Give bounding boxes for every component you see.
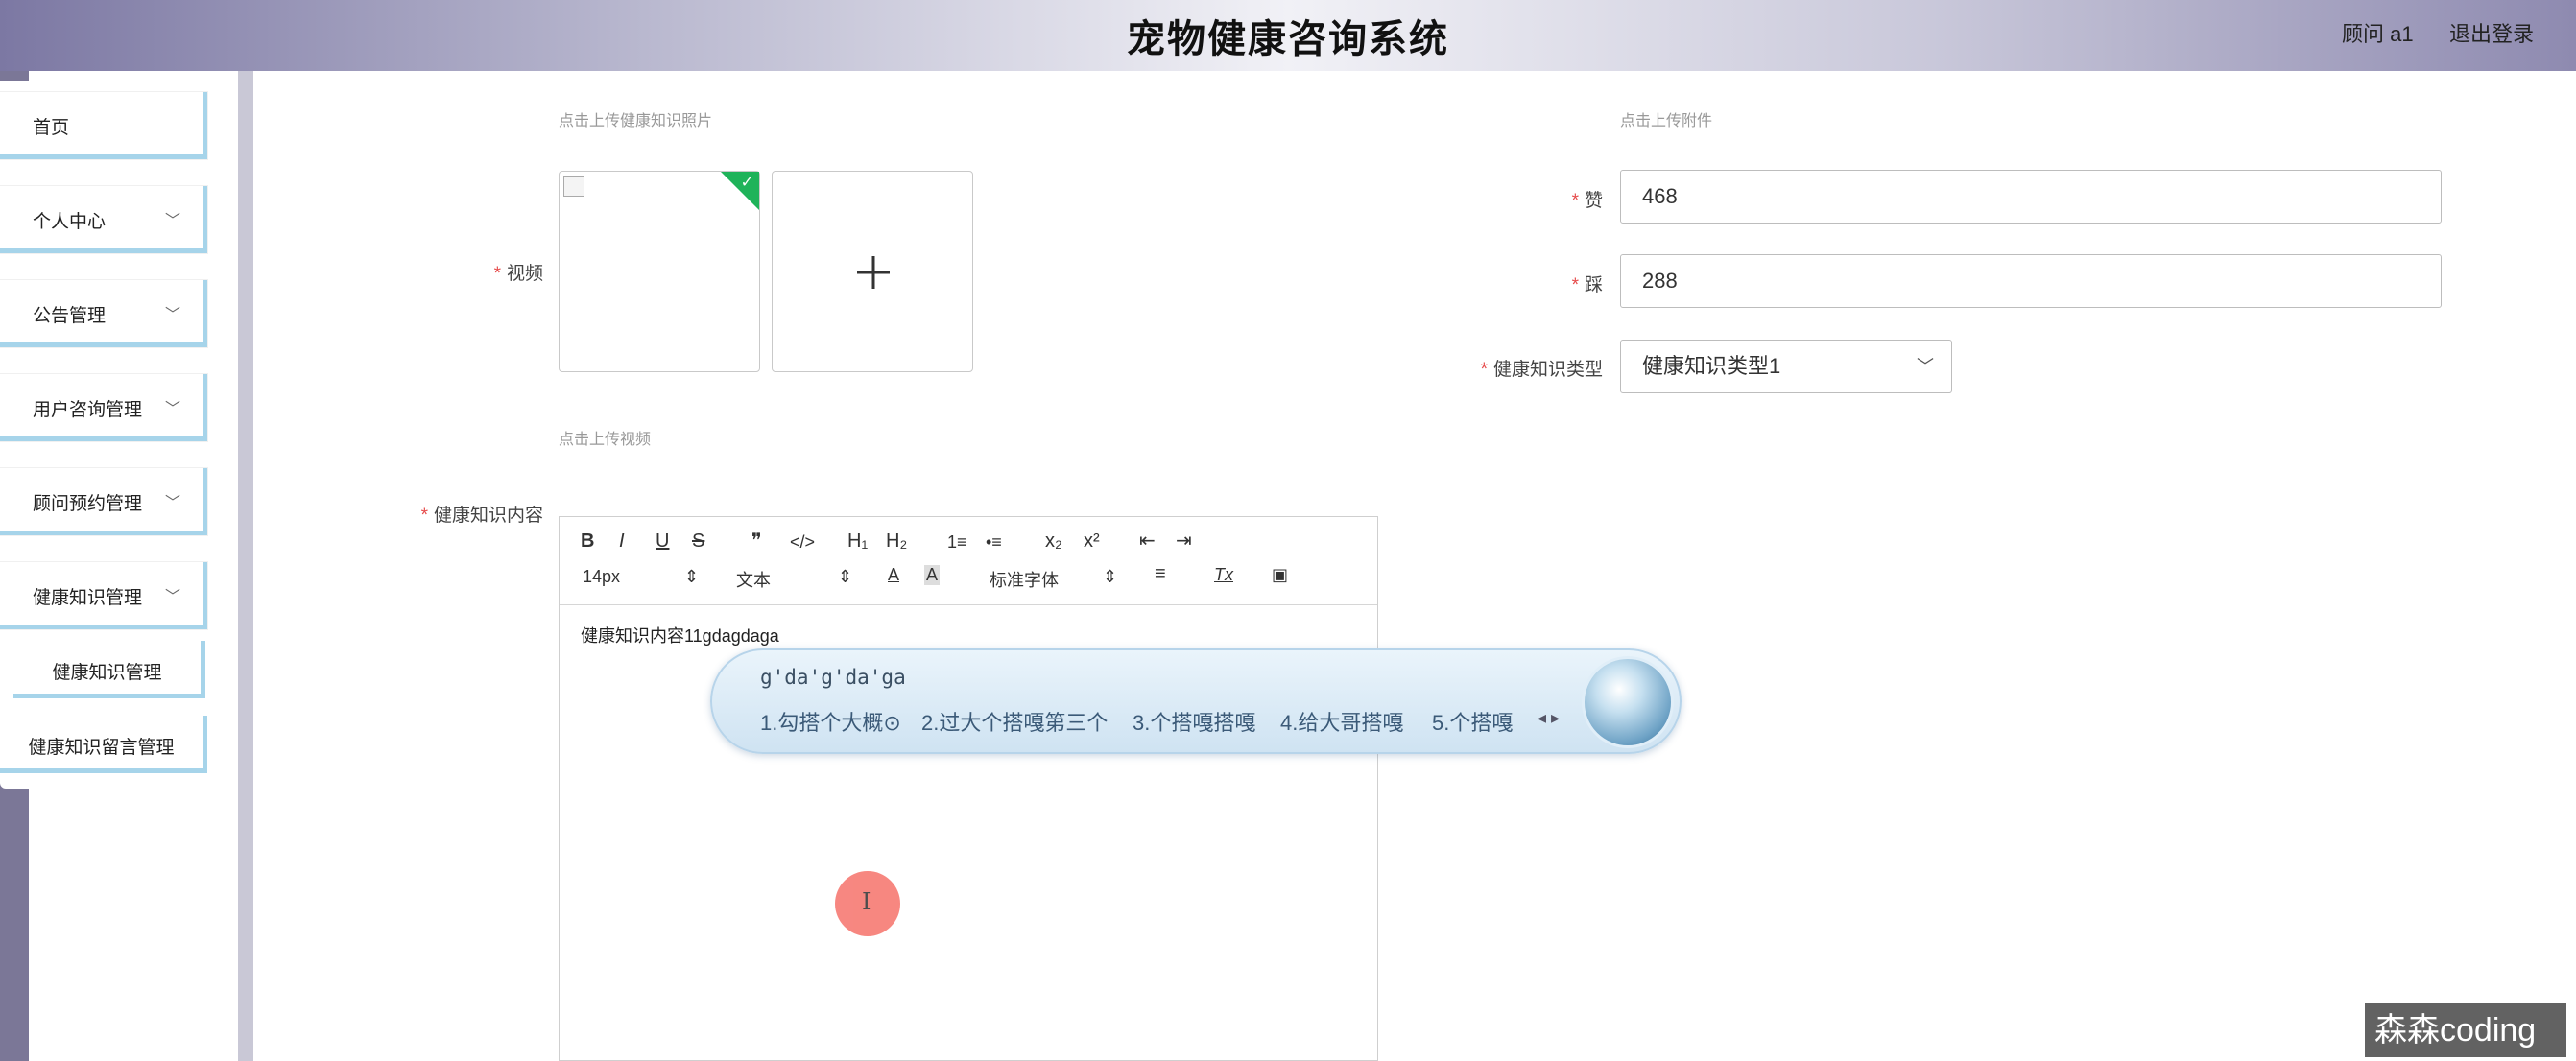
top-header: 宠物健康咨询系统 顾问 a1 退出登录 [0, 0, 2576, 71]
chevron-down-icon: ﹀ [165, 307, 181, 323]
type-label: * 健康知识类型 [1480, 360, 1603, 380]
video-label: * 视频 [493, 264, 543, 284]
ime-candidate[interactable]: 1.勾搭个大概⊙ [760, 706, 901, 737]
current-user: 顾问 a1 [2342, 22, 2414, 46]
indent-button[interactable]: ⇥ [1176, 529, 1192, 553]
rich-text-editor[interactable]: B I U S ❞ </> H₁ H₂ 1≡ •≡ x₂ x² ⇤ ⇥ 14px… [559, 516, 1378, 1061]
required-mark: * [493, 264, 501, 284]
watermark: 森森coding [2365, 1003, 2566, 1057]
quote-button[interactable]: ❞ [751, 529, 762, 553]
ime-logo-icon [1582, 656, 1674, 748]
text-cursor-icon: I [862, 888, 871, 915]
bg-color-button[interactable]: A [924, 565, 941, 585]
sidebar-item-profile[interactable]: 个人中心 ﹀ [0, 186, 207, 253]
clear-format-button[interactable]: Tx [1214, 565, 1233, 585]
bold-button[interactable]: B [581, 530, 594, 553]
broken-image-icon [563, 176, 584, 197]
plus-icon [857, 256, 890, 289]
required-mark: * [1480, 360, 1488, 380]
blurred-watermark [2121, 982, 2361, 1034]
align-button[interactable]: ≡ [1155, 563, 1166, 585]
text-color-button[interactable]: A [888, 565, 899, 585]
sidebar-subitem-knowledge-comments[interactable]: 健康知识留言管理 [0, 716, 207, 773]
app-title: 宠物健康咨询系统 [1127, 18, 1449, 60]
ordered-list-button[interactable]: 1≡ [947, 532, 967, 553]
type-select-value: 健康知识类型1 [1642, 354, 1781, 378]
ime-candidate-window: g'da'g'da'ga 1.勾搭个大概⊙ 2.过大个搭嘎第三个 3.个搭嘎搭嘎… [710, 648, 1682, 754]
sidebar-item-label: 顾问预约管理 [33, 494, 143, 514]
ime-candidate[interactable]: 2.过大个搭嘎第三个 [921, 706, 1108, 737]
sidebar-item-health-knowledge[interactable]: 健康知识管理 ﹀ [0, 562, 207, 629]
sidebar-item-label: 用户咨询管理 [33, 400, 143, 420]
attachment-upload-hint: 点击上传附件 [1620, 113, 1713, 130]
bullet-list-button[interactable]: •≡ [986, 532, 1002, 553]
editor-content[interactable]: 健康知识内容11gdagdaga [581, 623, 779, 648]
ime-candidate[interactable]: 4.给大哥搭嘎 [1280, 706, 1403, 737]
chevron-down-icon: ﹀ [165, 589, 181, 605]
photo-upload-hint: 点击上传健康知识照片 [559, 113, 713, 130]
outdent-button[interactable]: ⇤ [1139, 529, 1156, 553]
type-select[interactable]: 健康知识类型1 ﹀ [1620, 340, 1952, 393]
font-family-select[interactable]: 标准字体 [990, 567, 1059, 592]
dislike-input[interactable]: 288 [1620, 254, 2442, 308]
sidebar-item-label: 个人中心 [33, 212, 107, 232]
sidebar-item-announcements[interactable]: 公告管理 ﹀ [0, 280, 207, 347]
h2-button[interactable]: H₂ [886, 530, 907, 553]
ime-candidate[interactable]: 3.个搭嘎搭嘎 [1133, 706, 1255, 737]
sidebar-menu: 首页 个人中心 ﹀ 公告管理 ﹀ 用户咨询管理 ﹀ 顾问预约管理 ﹀ 健康知识管… [0, 81, 211, 789]
uploaded-video-thumbnail[interactable]: ✓ [559, 171, 760, 372]
font-size-select[interactable]: 14px [583, 567, 620, 587]
content-label: * 健康知识内容 [420, 506, 543, 526]
sidebar-item-label: 公告管理 [33, 306, 107, 326]
chevron-down-icon: ﹀ [1917, 357, 1934, 376]
editor-toolbar: B I U S ❞ </> H₁ H₂ 1≡ •≡ x₂ x² ⇤ ⇥ 14px… [560, 517, 1377, 605]
video-upload-hint: 点击上传视频 [559, 432, 652, 448]
sidebar-item-home[interactable]: 首页 [0, 92, 207, 159]
ime-candidate[interactable]: 5.个搭嘎 [1432, 706, 1513, 737]
like-label: * 赞 [1571, 191, 1603, 211]
sidebar-item-label: 健康知识管理 [33, 588, 143, 608]
strike-button[interactable]: S [692, 530, 704, 553]
sidebar-scrollbar[interactable] [238, 71, 253, 1061]
cursor-highlight: I [835, 871, 900, 936]
superscript-button[interactable]: x² [1084, 530, 1100, 553]
sidebar-subitem-label: 健康知识留言管理 [28, 738, 175, 758]
logout-link[interactable]: 退出登录 [2449, 17, 2534, 48]
sidebar-item-label: 首页 [33, 118, 70, 138]
check-icon: ✓ [740, 175, 753, 191]
block-type-select-arrows[interactable]: ⇕ [838, 567, 852, 587]
ime-composition: g'da'g'da'ga [760, 666, 906, 689]
required-mark: * [1571, 275, 1579, 295]
sidebar-subitem-label: 健康知识管理 [52, 663, 162, 683]
font-family-select-arrows[interactable]: ⇕ [1103, 567, 1117, 587]
dislike-label: * 踩 [1571, 275, 1603, 295]
chevron-down-icon: ﹀ [165, 401, 181, 417]
sidebar-item-advisor-booking[interactable]: 顾问预约管理 ﹀ [0, 468, 207, 535]
required-mark: * [1571, 191, 1579, 211]
chevron-down-icon: ﹀ [165, 213, 181, 229]
upload-add-button[interactable] [772, 171, 973, 372]
font-size-select-arrows[interactable]: ⇕ [684, 567, 699, 587]
block-type-select[interactable]: 文本 [736, 567, 771, 592]
chevron-down-icon: ﹀ [165, 495, 181, 511]
underline-button[interactable]: U [656, 530, 669, 553]
sidebar-subitem-knowledge-manage[interactable]: 健康知识管理 [13, 641, 205, 698]
italic-button[interactable]: I [619, 530, 625, 553]
required-mark: * [420, 506, 428, 526]
subscript-button[interactable]: x₂ [1045, 530, 1062, 553]
image-insert-button[interactable]: ▣ [1272, 565, 1288, 585]
h1-button[interactable]: H₁ [847, 530, 868, 553]
like-input[interactable]: 468 [1620, 170, 2442, 224]
sidebar-item-user-consult[interactable]: 用户咨询管理 ﹀ [0, 374, 207, 441]
code-button[interactable]: </> [790, 532, 815, 553]
ime-page-arrows[interactable]: ◂ ▸ [1538, 708, 1560, 728]
